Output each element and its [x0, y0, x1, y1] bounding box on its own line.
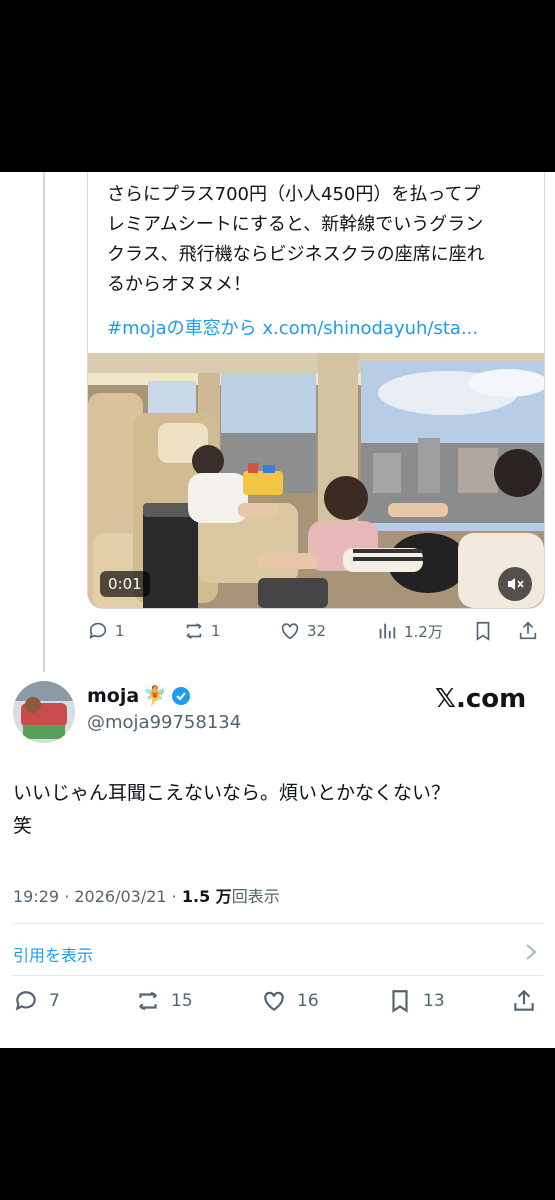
- bookmark-count: 13: [423, 991, 445, 1011]
- user-handle[interactable]: @moja99758134: [87, 712, 241, 733]
- like-count: 16: [297, 991, 319, 1011]
- views-chart-icon: [379, 623, 396, 639]
- mute-button[interactable]: [498, 567, 532, 601]
- tweet-text: いいじゃん耳聞こえないなら。煩いとかなくない？ 笑: [13, 782, 451, 837]
- divider: [13, 923, 543, 924]
- share-button[interactable]: [511, 988, 537, 1014]
- quoted-like-count: 32: [307, 622, 327, 640]
- avatar[interactable]: [13, 681, 75, 743]
- tweet-date[interactable]: 2026/03/21: [74, 887, 166, 906]
- bookmark-button[interactable]: 13: [387, 988, 445, 1014]
- repost-icon: [138, 991, 158, 1011]
- avatar-image: [13, 681, 75, 743]
- quoted-bookmark-button[interactable]: [472, 620, 494, 642]
- bookmark-icon: [392, 990, 408, 1013]
- thread-line: [43, 172, 45, 672]
- divider: [13, 975, 543, 976]
- view-quotes-link[interactable]: 引用を表示: [13, 942, 93, 966]
- bookmark-icon: [476, 621, 490, 641]
- like-button[interactable]: 16: [261, 988, 319, 1014]
- quoted-share-button[interactable]: [517, 620, 539, 642]
- views-count: 1.5 万: [181, 887, 232, 906]
- repost-icon: [186, 623, 202, 639]
- tweet-meta: 19:29 · 2026/03/21 · 1.5 万回表示: [13, 887, 280, 906]
- quoted-tweet-text: さらにプラス700円（小人450円）を払ってプ レミアムシートにすると、新幹線で…: [107, 184, 485, 295]
- tweet-time[interactable]: 19:29: [13, 887, 59, 906]
- quoted-views-count: 1.2万: [404, 622, 443, 641]
- hashtag-link[interactable]: #mojaの車窓から: [107, 318, 257, 339]
- video-player[interactable]: 0:01: [88, 353, 544, 608]
- speaker-muted-icon: [508, 578, 524, 590]
- url-link[interactable]: x.com/shinodayuh/sta...: [262, 318, 478, 339]
- heart-icon: [264, 991, 284, 1011]
- verified-badge-icon: [171, 686, 190, 705]
- quoted-links: #mojaの車窓から x.com/shinodayuh/sta...: [107, 315, 478, 343]
- quoted-tweet-actions: 1 1 32 1.2万: [87, 620, 545, 644]
- quoted-like-button[interactable]: 32: [279, 620, 326, 642]
- train-interior-video-frame: [88, 353, 544, 608]
- quoted-repost-count: 1: [211, 622, 221, 640]
- share-icon: [514, 989, 534, 1011]
- repost-count: 15: [171, 991, 193, 1011]
- quoted-reply-button[interactable]: 1: [87, 620, 125, 642]
- chevron-right-icon: [526, 944, 537, 960]
- quoted-views-button[interactable]: 1.2万: [376, 620, 443, 642]
- video-timestamp: 0:01: [100, 571, 150, 597]
- tweet-actions: 7 15 16 13: [13, 988, 543, 1014]
- quoted-reply-count: 1: [115, 622, 125, 640]
- heart-icon: [281, 623, 299, 640]
- reply-icon: [15, 991, 36, 1011]
- reply-icon: [89, 622, 107, 639]
- display-name[interactable]: moja 🧚: [87, 684, 191, 707]
- x-logo: 𝕏.com: [435, 684, 527, 714]
- display-name-text: moja: [87, 684, 140, 707]
- quoted-tweet-card[interactable]: さらにプラス700円（小人450円）を払ってプ レミアムシートにすると、新幹線で…: [87, 172, 545, 609]
- share-icon: [519, 621, 537, 640]
- views-label: 回表示: [231, 887, 280, 906]
- repost-button[interactable]: 15: [135, 988, 193, 1014]
- reply-button[interactable]: 7: [13, 988, 60, 1014]
- fairy-emoji: 🧚: [143, 685, 167, 707]
- reply-count: 7: [49, 991, 60, 1011]
- quoted-repost-button[interactable]: 1: [183, 620, 221, 642]
